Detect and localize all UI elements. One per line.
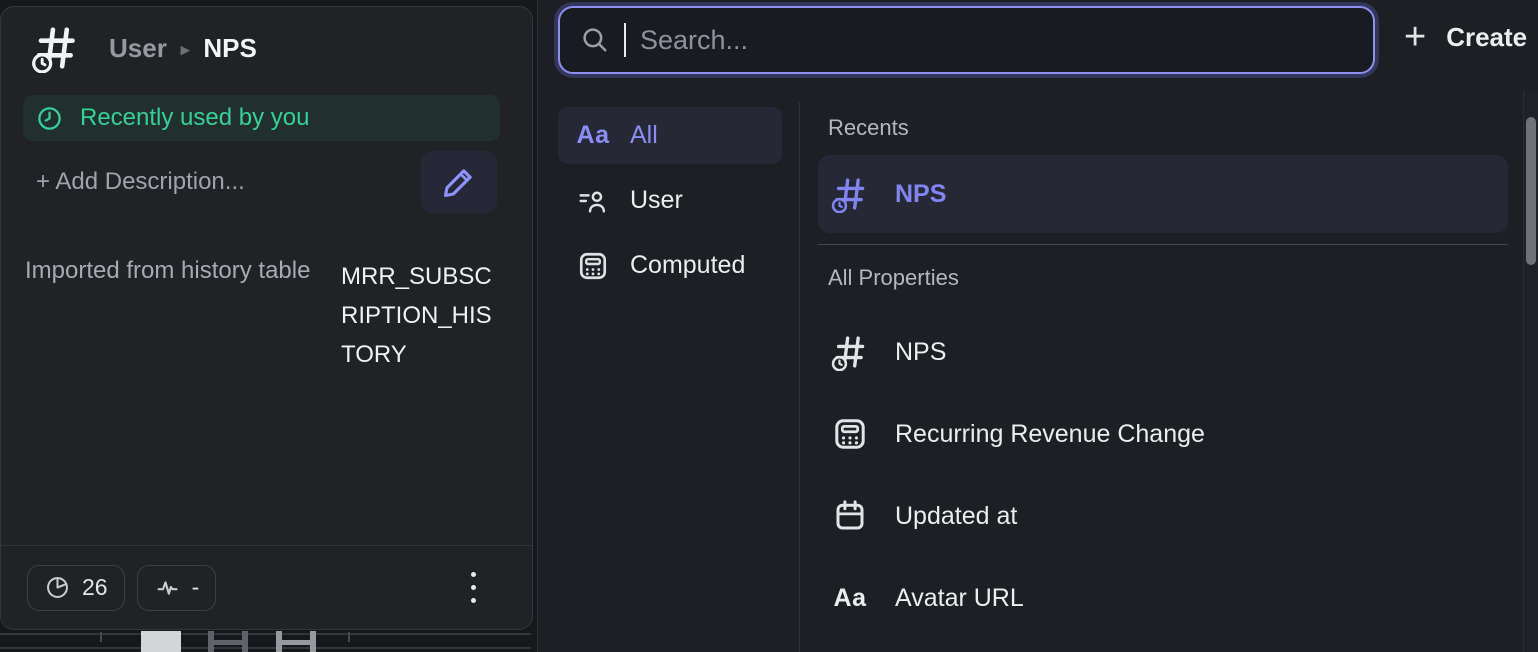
property-item-recurring-revenue-change[interactable]: Recurring Revenue Change <box>818 393 1508 475</box>
filter-tab-label: User <box>630 186 683 215</box>
filter-tab-all[interactable]: Aa All <box>558 107 782 164</box>
background-glyph <box>141 631 181 652</box>
recently-used-label: Recently used by you <box>80 104 309 132</box>
breadcrumb: User ▸ NPS <box>109 33 257 64</box>
background-tick <box>100 632 102 642</box>
result-item-label: NPS <box>895 180 946 209</box>
filter-tab-label: Computed <box>630 251 745 280</box>
calculator-icon <box>830 416 870 452</box>
user-properties-icon <box>575 186 611 216</box>
calendar-icon <box>830 498 870 534</box>
chevron-right-icon: ▸ <box>181 37 190 60</box>
recently-used-badge: Recently used by you <box>23 95 500 141</box>
scrollbar[interactable] <box>1523 90 1538 652</box>
edit-description-button[interactable] <box>421 151 497 213</box>
search-icon <box>580 25 610 55</box>
property-item-avatar-url[interactable]: Aa Avatar URL <box>818 557 1508 639</box>
property-item-nps[interactable]: NPS <box>818 311 1508 393</box>
type-filter-list: Aa All User <box>558 107 782 302</box>
background-tick <box>348 632 350 642</box>
calculator-icon <box>575 250 611 282</box>
pulse-icon <box>154 574 181 601</box>
background-line <box>0 647 531 649</box>
breadcrumb-parent[interactable]: User <box>109 33 167 64</box>
create-button[interactable]: + Create <box>1404 18 1527 56</box>
result-item-label: NPS <box>895 338 946 367</box>
panel-header: User ▸ NPS <box>1 7 532 73</box>
search-input-wrapper[interactable] <box>558 6 1375 74</box>
text-caret <box>624 23 626 57</box>
result-item-label: Avatar URL <box>895 584 1024 613</box>
property-item-updated-at[interactable]: Updated at <box>818 475 1508 557</box>
create-button-label: Create <box>1446 22 1527 53</box>
imported-from-row: Imported from history table MRR_SUBSCRIP… <box>25 257 501 374</box>
results-list: Recents NPS All Properties <box>818 95 1508 639</box>
all-properties-heading: All Properties <box>828 265 1508 291</box>
text-format-icon: Aa <box>830 584 870 613</box>
obscured-background-content <box>0 630 537 652</box>
filter-results-divider <box>799 102 800 652</box>
recent-item-nps[interactable]: NPS <box>818 155 1508 233</box>
scrollbar-thumb[interactable] <box>1526 117 1536 265</box>
filter-tab-user[interactable]: User <box>558 172 782 229</box>
property-details-panel: User ▸ NPS Recently used by you + Add De… <box>0 6 533 630</box>
plus-icon: + <box>1404 18 1426 56</box>
numeric-history-property-icon <box>31 23 81 73</box>
values-count-button[interactable]: 26 <box>27 565 125 611</box>
property-search-region: + Create Aa All User <box>538 0 1538 652</box>
pie-chart-icon <box>44 574 71 601</box>
imported-table-name: MRR_SUBSCRIPTION_HISTORY <box>341 257 501 374</box>
all-properties-list: NPS <box>818 311 1508 639</box>
panel-footer: 26 - <box>1 545 532 629</box>
values-count: 26 <box>82 574 108 601</box>
pencil-icon <box>441 164 477 200</box>
text-format-icon: Aa <box>575 121 611 150</box>
breadcrumb-current: NPS <box>203 33 256 64</box>
filter-tab-label: All <box>630 121 658 150</box>
clock-icon <box>36 105 63 132</box>
background-glyph <box>208 631 248 652</box>
property-picker-screen: User ▸ NPS Recently used by you + Add De… <box>0 0 1538 652</box>
property-details-region: User ▸ NPS Recently used by you + Add De… <box>0 0 537 652</box>
imported-from-label: Imported from history table <box>25 257 310 285</box>
numeric-history-property-icon <box>830 333 870 371</box>
section-divider <box>818 244 1508 245</box>
trend-value: - <box>192 574 200 601</box>
numeric-history-property-icon <box>830 175 870 213</box>
add-description-button[interactable]: + Add Description... <box>36 168 245 196</box>
panel-divider <box>537 0 538 652</box>
background-glyph <box>276 631 316 652</box>
result-item-label: Recurring Revenue Change <box>895 420 1205 449</box>
trend-button[interactable]: - <box>137 565 217 611</box>
more-options-button[interactable] <box>465 566 482 609</box>
description-row: + Add Description... <box>36 151 497 213</box>
filter-tab-computed[interactable]: Computed <box>558 237 782 294</box>
result-item-label: Updated at <box>895 502 1017 531</box>
search-input[interactable] <box>640 25 1373 56</box>
recents-heading: Recents <box>828 115 1508 141</box>
background-line <box>0 633 531 635</box>
